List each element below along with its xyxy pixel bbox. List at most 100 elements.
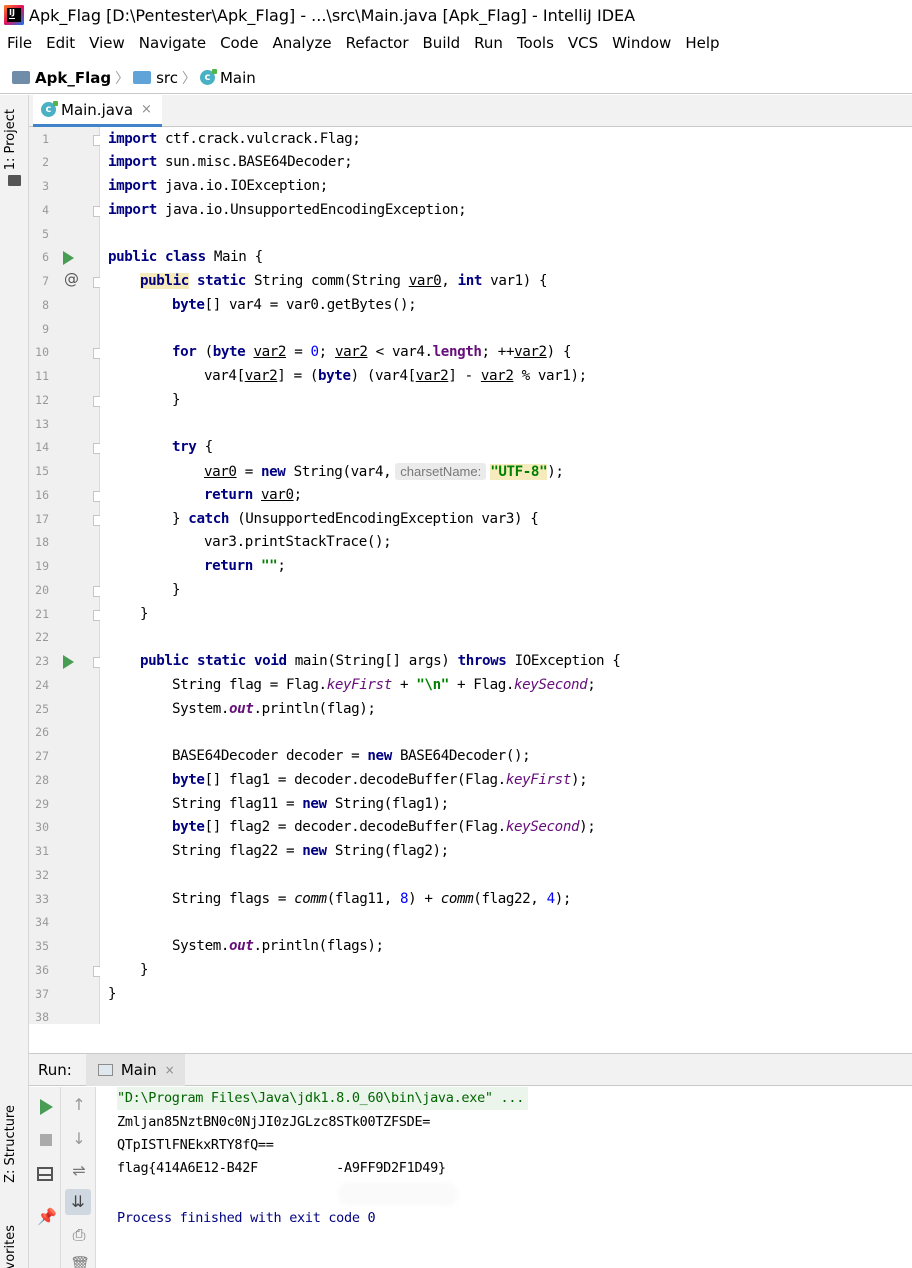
- editor-tab-main-java[interactable]: c Main.java ×: [33, 95, 162, 127]
- code-line: return "";: [204, 555, 286, 579]
- chevron-right-icon: 〉: [181, 70, 196, 87]
- close-icon[interactable]: ×: [165, 1063, 175, 1077]
- code-token: ] = (: [277, 368, 319, 384]
- menu-vcs[interactable]: VCS: [561, 34, 605, 52]
- title-bar: IJ Apk_Flag [D:\Pentester\Apk_Flag] - ..…: [0, 0, 912, 30]
- menu-view[interactable]: View: [82, 34, 132, 52]
- code-token: }: [172, 581, 181, 598]
- code-token: comm: [440, 890, 474, 907]
- line-number: 19: [35, 559, 49, 573]
- menu-build[interactable]: Build: [416, 34, 468, 52]
- code-token: new: [302, 843, 327, 859]
- line-number: 11: [35, 369, 49, 383]
- code-token: ) (var4[: [350, 368, 417, 384]
- run-tab-label: Main: [120, 1060, 157, 1079]
- code-token: keyFirst: [505, 771, 572, 788]
- line-number: 6: [42, 250, 49, 265]
- run-main-icon[interactable]: [63, 655, 74, 669]
- line-number: 5: [42, 226, 49, 241]
- code-token: try: [172, 439, 197, 456]
- console-icon: [97, 1063, 113, 1076]
- line-number: 28: [35, 772, 49, 787]
- soft-wrap-button[interactable]: ⇌: [70, 1161, 88, 1180]
- tool-tab-project[interactable]: 1: Project: [3, 109, 18, 170]
- line-number: 13: [35, 416, 49, 431]
- tool-tab-structure[interactable]: Z: Structure: [3, 1105, 18, 1183]
- pin-tab-button[interactable]: 📌: [37, 1207, 57, 1226]
- code-token: void: [254, 653, 287, 669]
- editor-tab-bar: c Main.java ×: [29, 95, 912, 127]
- menu-analyze[interactable]: Analyze: [265, 34, 338, 52]
- code-token: public: [108, 249, 157, 266]
- clear-all-button[interactable]: 🗑: [70, 1255, 90, 1268]
- line-number: 29: [35, 796, 49, 811]
- code-line: String flag22 = new String(flag2);: [172, 840, 449, 864]
- menu-edit[interactable]: Edit: [39, 34, 82, 52]
- code-token: );: [570, 771, 588, 788]
- run-tool-window: Run: Main × 📌 ↑ ↓ ⇌ ⇊ ⎙ 🗑 "D:\Program Fi…: [29, 1053, 912, 1268]
- close-icon[interactable]: ×: [141, 102, 152, 117]
- code-token: sun.misc.BASE64Decoder;: [156, 154, 353, 171]
- code-token: =: [286, 344, 311, 361]
- breadcrumb-src[interactable]: src: [133, 69, 178, 87]
- print-button[interactable]: ⎙: [70, 1225, 88, 1245]
- console-output-line: flag{414A6E12-B42F -A9FF9D2F1D49}: [117, 1160, 446, 1176]
- code-token: String flag = Flag.: [172, 676, 327, 693]
- line-number: 10: [35, 345, 49, 360]
- code-token: var2: [480, 368, 514, 384]
- up-arrow-button[interactable]: ↑: [70, 1095, 88, 1114]
- line-number: 34: [35, 915, 49, 930]
- restore-layout-button[interactable]: [37, 1167, 55, 1185]
- code-token: keyFirst: [326, 676, 393, 693]
- code-line: byte[] flag2 = decoder.decodeBuffer(Flag…: [172, 816, 596, 840]
- down-arrow-button[interactable]: ↓: [70, 1129, 88, 1148]
- line-number: 1: [42, 131, 49, 146]
- code-token: var2: [334, 344, 368, 361]
- code-token: byte: [172, 296, 205, 313]
- code-editor[interactable]: import ctf.crack.vulcrack.Flag; import su…: [100, 127, 912, 1024]
- scroll-to-end-button[interactable]: ⇊: [65, 1189, 91, 1215]
- code-line: import java.io.UnsupportedEncodingExcept…: [108, 199, 467, 223]
- menu-window[interactable]: Window: [605, 34, 678, 52]
- menu-tools[interactable]: Tools: [510, 34, 561, 52]
- code-token: Main {: [205, 249, 263, 266]
- line-number: 24: [35, 677, 49, 692]
- code-token: catch: [188, 510, 230, 527]
- run-tab-main[interactable]: Main ×: [85, 1053, 185, 1086]
- breadcrumb-main[interactable]: c Main: [199, 69, 256, 87]
- console-command-line[interactable]: "D:\Program Files\Java\jdk1.8.0_60\bin\j…: [117, 1087, 529, 1110]
- code-token: var2: [415, 368, 449, 384]
- tool-tab-favorites[interactable]: Favorites: [3, 1225, 18, 1268]
- breadcrumb-project[interactable]: Apk_Flag: [12, 69, 111, 87]
- override-marker-icon[interactable]: @: [64, 270, 79, 288]
- menu-help[interactable]: Help: [678, 34, 726, 52]
- run-class-icon[interactable]: [63, 251, 74, 266]
- code-token: public: [140, 653, 189, 669]
- menu-code[interactable]: Code: [213, 34, 265, 52]
- code-line: for (byte var2 = 0; var2 < var4.length; …: [172, 341, 572, 365]
- code-token: ctf.crack.vulcrack.Flag;: [156, 130, 361, 147]
- menu-navigate[interactable]: Navigate: [132, 34, 213, 52]
- line-number: 21: [35, 606, 49, 621]
- menu-run[interactable]: Run: [467, 34, 510, 52]
- project-folder-icon: [12, 71, 30, 84]
- menu-file[interactable]: File: [0, 34, 39, 52]
- code-token: return: [204, 558, 253, 574]
- stop-button[interactable]: [37, 1131, 55, 1149]
- rerun-button[interactable]: [37, 1099, 55, 1117]
- line-number: 22: [35, 630, 49, 645]
- console-output[interactable]: "D:\Program Files\Java\jdk1.8.0_60\bin\j…: [109, 1087, 912, 1268]
- line-number: 15: [35, 464, 49, 478]
- line-number: 30: [35, 820, 49, 835]
- code-token: new: [302, 795, 327, 812]
- code-line: public static void main(String[] args) t…: [140, 650, 621, 674]
- code-token: ) +: [408, 890, 441, 907]
- line-number: 25: [35, 701, 49, 716]
- code-token: "": [261, 558, 278, 574]
- code-token: class: [165, 249, 206, 266]
- code-token: java.io.IOException;: [156, 178, 328, 194]
- code-token: ;: [318, 344, 335, 361]
- menu-refactor[interactable]: Refactor: [339, 34, 416, 52]
